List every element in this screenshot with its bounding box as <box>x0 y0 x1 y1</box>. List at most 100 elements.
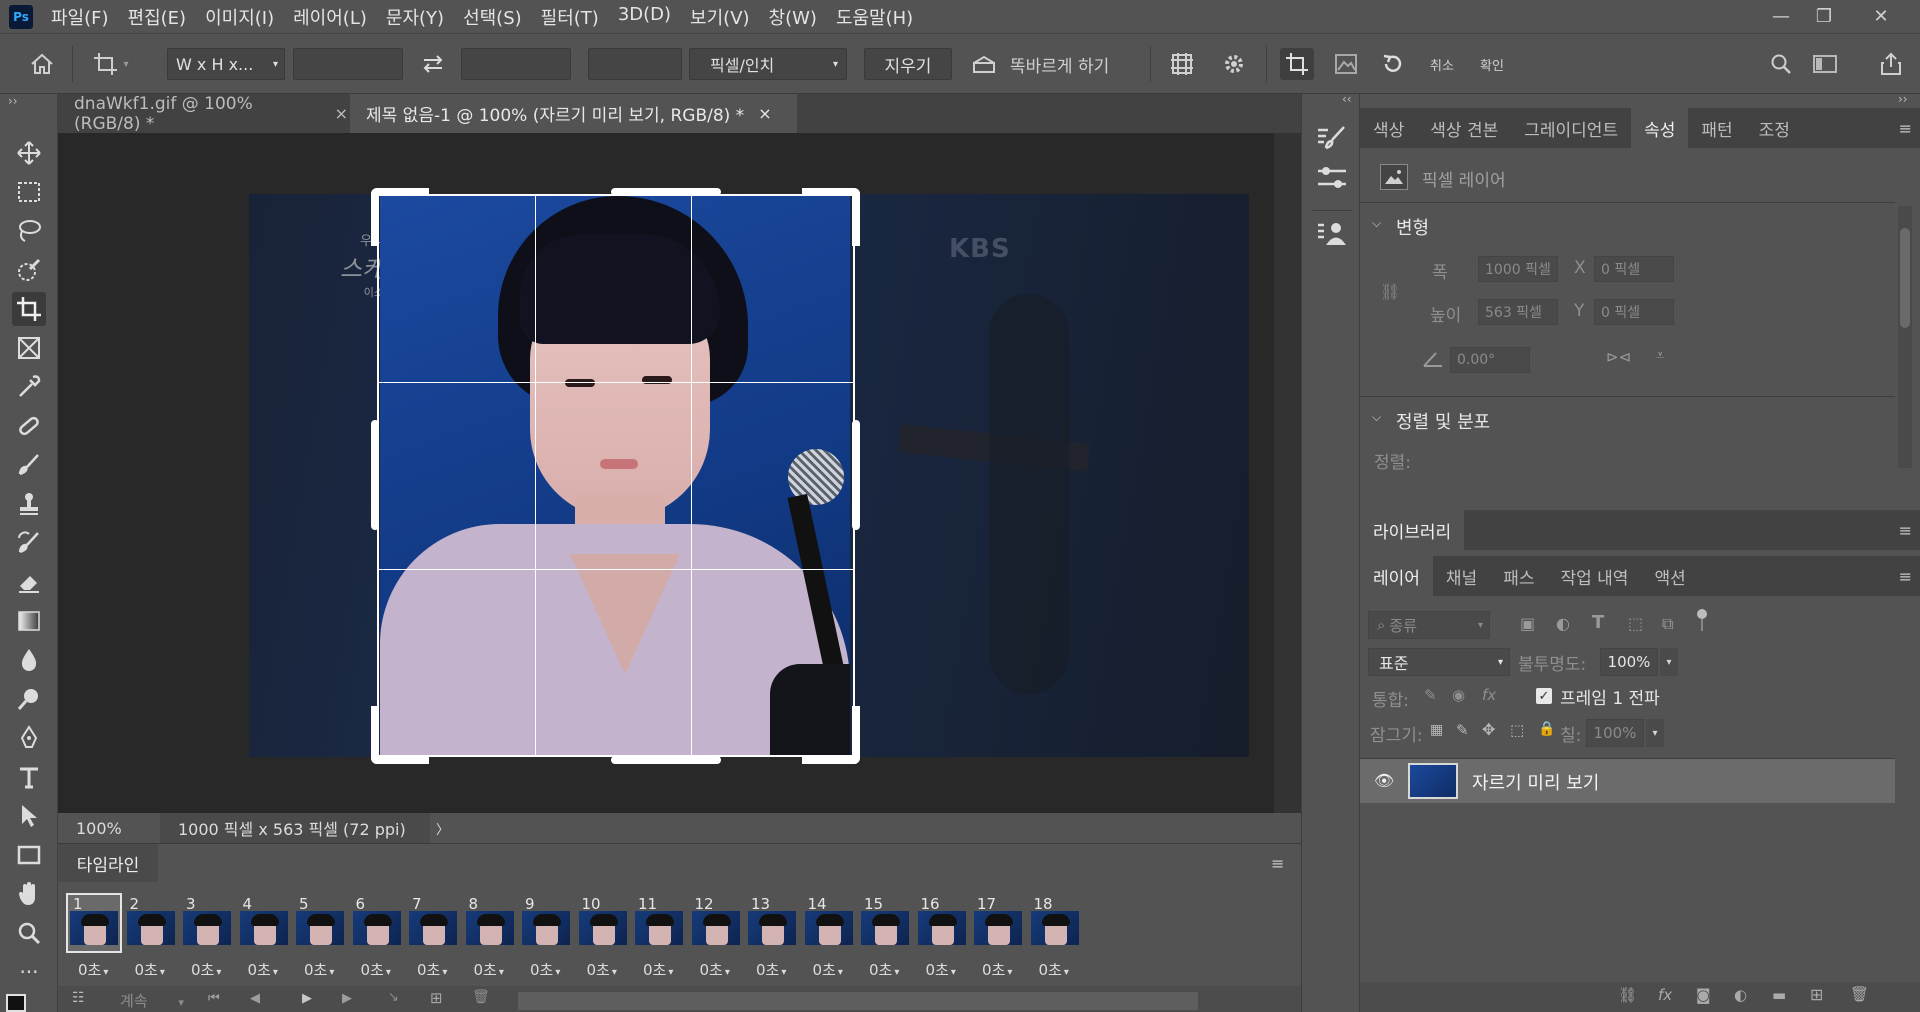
delete-layer-icon[interactable]: 🗑 <box>1850 985 1869 1003</box>
crop-width-input[interactable] <box>293 48 403 80</box>
y-input[interactable]: 0 픽셀 <box>1594 299 1674 325</box>
hand-tool-icon[interactable] <box>12 877 46 911</box>
menu-file[interactable]: 파일(F) <box>51 4 109 30</box>
filter-smart-object-icon[interactable]: ⧉ <box>1662 614 1673 634</box>
tab-history[interactable]: 작업 내역 <box>1547 556 1641 596</box>
collapse-tools-icon[interactable]: ›› <box>8 94 18 108</box>
frame-duration[interactable]: 0초 ▾ <box>135 959 165 980</box>
timeline-frame[interactable]: 12 0초 ▾ <box>686 893 746 979</box>
timeline-frame[interactable]: 1 0초 ▾ <box>64 893 124 980</box>
timeline-frame[interactable]: 10 0초 ▾ <box>573 893 633 980</box>
timeline-frame[interactable]: 16 0초 ▾ <box>912 893 972 980</box>
status-menu-arrow[interactable]: 〉 <box>436 819 449 838</box>
frame-duration[interactable]: 0초 ▾ <box>78 959 108 980</box>
menu-edit[interactable]: 편집(E) <box>128 4 187 30</box>
flip-vertical-icon[interactable]: ⩡ <box>1656 346 1664 364</box>
properties-scrollbar[interactable] <box>1898 206 1912 468</box>
propagate-frame-checkbox[interactable]: ✓ <box>1536 688 1552 704</box>
link-dimensions-icon[interactable]: ⛓ <box>1380 282 1400 301</box>
timeline-frame[interactable]: 6 0초 ▾ <box>347 893 407 979</box>
eraser-tool-icon[interactable] <box>12 565 46 599</box>
filter-type-icon[interactable]: T <box>1592 612 1604 633</box>
timeline-frame[interactable]: 2 0초 ▾ <box>121 893 181 980</box>
tab-properties[interactable]: 속성 <box>1631 108 1689 148</box>
layers-menu-icon[interactable]: ≡ <box>1899 567 1912 586</box>
resolution-input[interactable] <box>588 48 682 80</box>
tab-libraries[interactable]: 라이브러리 <box>1360 510 1465 550</box>
close-tab-icon[interactable]: × <box>335 104 348 123</box>
rectangle-tool-icon[interactable] <box>12 838 46 872</box>
brush-settings-icon[interactable] <box>1316 124 1348 152</box>
gradient-tool-icon[interactable] <box>12 604 46 638</box>
tab-gradients[interactable]: 그레이디언트 <box>1511 108 1631 148</box>
timeline-frame[interactable]: 14 0초 ▾ <box>799 893 859 979</box>
delete-frame-icon[interactable]: 🗑 <box>472 989 490 1005</box>
menu-window[interactable]: 창(W) <box>769 4 817 30</box>
tab-actions[interactable]: 액션 <box>1641 556 1698 596</box>
menu-3d[interactable]: 3D(D) <box>618 4 671 30</box>
share-icon[interactable] <box>1874 48 1908 80</box>
menu-filter[interactable]: 필터(T) <box>541 4 599 30</box>
add-mask-icon[interactable]: ◙ <box>1696 986 1711 1004</box>
tab-paths[interactable]: 패스 <box>1490 556 1547 596</box>
collapse-panels-icon[interactable]: ›› <box>1898 92 1908 106</box>
crop-handle-bottom[interactable] <box>611 756 721 764</box>
frame-duration[interactable]: 0초 ▾ <box>474 959 504 980</box>
crop-preset-icon[interactable]: ▾ <box>86 48 136 80</box>
fill-dropdown-icon[interactable]: ▾ <box>1646 719 1664 747</box>
timeline-scrollbar[interactable] <box>518 992 1198 1010</box>
lock-position-icon[interactable]: ✥ <box>1482 720 1495 739</box>
align-chevron-icon[interactable]: ⌵ <box>1372 410 1381 425</box>
glyphs-person-icon[interactable] <box>1316 220 1348 248</box>
tab-adjustments[interactable]: 조정 <box>1746 108 1803 148</box>
close-button[interactable]: ✕ <box>1857 0 1905 33</box>
canvas-area[interactable]: KBS 우리들의 스케치북 이소프로 <box>58 133 1274 813</box>
new-group-icon[interactable]: ▬ <box>1772 986 1786 1004</box>
eyedropper-tool-icon[interactable] <box>12 370 46 404</box>
timeline-frame[interactable]: 13 0초 ▾ <box>742 893 802 979</box>
transform-chevron-icon[interactable]: ⌵ <box>1372 216 1381 231</box>
lock-transparency-icon[interactable]: ▦ <box>1430 722 1443 738</box>
lock-artboard-icon[interactable]: ⬚ <box>1510 721 1524 739</box>
zoom-level[interactable]: 100% <box>76 819 146 838</box>
new-layer-icon[interactable]: ⊞ <box>1810 985 1823 1004</box>
resolution-unit-select[interactable]: 픽셀/인치 ▾ <box>689 48 847 80</box>
menu-layer[interactable]: 레이어(L) <box>293 4 367 30</box>
tab-untitled-1[interactable]: 제목 없음-1 @ 100% (자르기 미리 보기, RGB/8) * × <box>350 94 797 133</box>
frame-duration[interactable]: 0초 ▾ <box>1039 959 1069 980</box>
frame-duration[interactable]: 0초 ▾ <box>417 959 447 980</box>
swap-icon[interactable] <box>415 48 451 80</box>
frame-duration[interactable]: 0초 ▾ <box>304 959 334 980</box>
frame-duration[interactable]: 0초 ▾ <box>587 959 617 980</box>
opacity-dropdown-icon[interactable]: ▾ <box>1660 648 1678 676</box>
canvas-vertical-scrollbar[interactable] <box>1274 133 1301 813</box>
close-tab-icon[interactable]: × <box>758 104 771 123</box>
convert-timeline-icon[interactable]: ☷ <box>72 990 85 1006</box>
overlay-grid-icon[interactable] <box>1164 48 1200 80</box>
frame-duration[interactable]: 0초 ▾ <box>643 959 673 980</box>
angle-input[interactable]: 0.00° <box>1450 347 1530 373</box>
timeline-frame[interactable]: 7 0초 ▾ <box>403 893 463 980</box>
frame-duration[interactable]: 0초 ▾ <box>982 959 1012 980</box>
filter-adjustment-icon[interactable]: ◐ <box>1556 614 1570 633</box>
timeline-frame[interactable]: 18 0초 ▾ <box>1025 893 1085 980</box>
search-icon[interactable] <box>1764 48 1798 80</box>
timeline-frame[interactable]: 5 0초 ▾ <box>290 893 350 980</box>
crop-handle-top-left[interactable] <box>371 188 429 246</box>
new-adjustment-icon[interactable]: ◐ <box>1734 986 1747 1004</box>
crop-handle-bottom-left[interactable] <box>371 706 429 764</box>
menu-view[interactable]: 보기(V) <box>690 4 749 30</box>
width-input[interactable]: 1000 픽셀 <box>1478 256 1558 282</box>
brush-tool-icon[interactable] <box>12 448 46 482</box>
play-icon[interactable]: ▶ <box>302 991 312 1006</box>
tab-swatches[interactable]: 색상 견본 <box>1417 108 1511 148</box>
tab-channels[interactable]: 채널 <box>1433 556 1490 596</box>
libraries-menu-icon[interactable]: ≡ <box>1899 521 1912 540</box>
next-frame-icon[interactable]: ▶ <box>342 991 352 1006</box>
cancel-crop-button[interactable]: 취소 <box>1424 48 1460 80</box>
frame-duration[interactable]: 0초 ▾ <box>926 959 956 980</box>
content-aware-icon[interactable] <box>1328 48 1364 80</box>
crop-handle-right[interactable] <box>852 420 860 530</box>
crop-handle-bottom-right[interactable] <box>802 706 860 764</box>
frame-tool-icon[interactable] <box>12 331 46 365</box>
